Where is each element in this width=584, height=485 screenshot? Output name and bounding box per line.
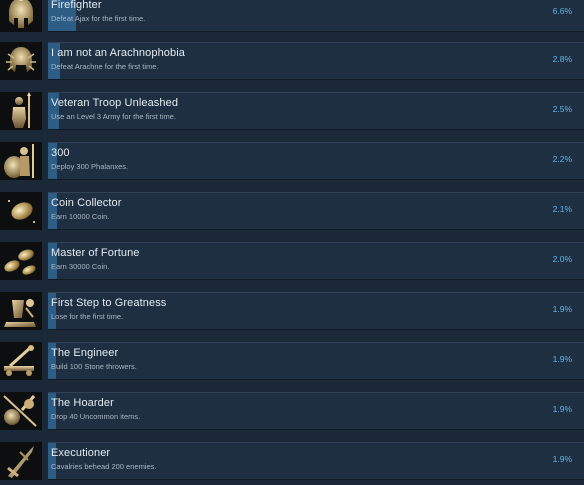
- coins-icon: [0, 242, 42, 280]
- achievement-description: Build 100 Stone throwers.: [51, 362, 137, 371]
- achievement-percent: 2.0%: [552, 254, 572, 264]
- achievement-title: First Step to Greatness: [51, 297, 167, 309]
- achievement-description: Drop 40 Uncommon items.: [51, 412, 141, 421]
- achievement-title: I am not an Arachnophobia: [51, 47, 185, 59]
- achievement-percent: 1.9%: [552, 404, 572, 414]
- achievement-percent: 2.2%: [552, 154, 572, 164]
- achievement-row: The Hoarder Drop 40 Uncommon items. 1.9%: [0, 392, 584, 442]
- achievement-row: I am not an Arachnophobia Defeat Arachne …: [0, 42, 584, 92]
- achievement-percent: 2.8%: [552, 54, 572, 64]
- helmet-icon: [0, 0, 42, 32]
- achievement-title: Executioner: [51, 447, 111, 459]
- achievement-description: Defeat Ajax for the first time.: [51, 14, 146, 23]
- coin-icon: [0, 192, 42, 230]
- phalanx-shield-icon: [0, 142, 42, 180]
- achievement-progress-bar: Coin Collector Earn 10000 Coin. 2.1%: [48, 192, 584, 230]
- achievement-progress-bar: First Step to Greatness Lose for the firs…: [48, 292, 584, 330]
- achievement-progress-bar: Master of Fortune Earn 30000 Coin. 2.0%: [48, 242, 584, 280]
- achievement-list: Firefighter Defeat Ajax for the first tim…: [0, 0, 584, 485]
- achievement-description: Lose for the first time.: [51, 312, 124, 321]
- achievement-title: Coin Collector: [51, 197, 122, 209]
- soldier-icon: [0, 92, 42, 130]
- spider-helmet-icon: [0, 42, 42, 80]
- achievement-progress-bar: Firefighter Defeat Ajax for the first tim…: [48, 0, 584, 32]
- achievement-title: Veteran Troop Unleashed: [51, 97, 179, 109]
- achievement-title: Master of Fortune: [51, 247, 140, 259]
- achievement-description: Defeat Arachne for the first time.: [51, 62, 159, 71]
- achievement-percent: 6.6%: [552, 6, 572, 16]
- achievement-progress-bar: The Engineer Build 100 Stone throwers. 1.9…: [48, 342, 584, 380]
- achievement-row: First Step to Greatness Lose for the firs…: [0, 292, 584, 342]
- achievement-progress-bar: I am not an Arachnophobia Defeat Arachne …: [48, 42, 584, 80]
- weapons-icon: [0, 392, 42, 430]
- achievement-percent: 1.9%: [552, 304, 572, 314]
- sword-icon: [0, 442, 42, 480]
- achievement-row: Executioner Cavalries behead 200 enemies.…: [0, 442, 584, 485]
- achievement-title: The Engineer: [51, 347, 119, 359]
- achievement-row: Firefighter Defeat Ajax for the first tim…: [0, 0, 584, 44]
- achievement-percent: 1.9%: [552, 454, 572, 464]
- achievement-description: Cavalries behead 200 enemies.: [51, 462, 157, 471]
- achievement-row: Veteran Troop Unleashed Use an Level 3 Ar…: [0, 92, 584, 142]
- achievement-title: 300: [51, 147, 70, 159]
- achievement-description: Earn 10000 Coin.: [51, 212, 110, 221]
- achievement-description: Deploy 300 Phalanxes.: [51, 162, 129, 171]
- achievement-progress-bar: 300 Deploy 300 Phalanxes. 2.2%: [48, 142, 584, 180]
- catapult-icon: [0, 342, 42, 380]
- achievement-percent: 2.5%: [552, 104, 572, 114]
- achievement-row: 300 Deploy 300 Phalanxes. 2.2%: [0, 142, 584, 192]
- achievement-description: Earn 30000 Coin.: [51, 262, 110, 271]
- achievement-title: Firefighter: [51, 0, 102, 11]
- achievement-progress-bar: Executioner Cavalries behead 200 enemies.…: [48, 442, 584, 480]
- achievement-row: The Engineer Build 100 Stone throwers. 1.9…: [0, 342, 584, 392]
- achievement-row: Coin Collector Earn 10000 Coin. 2.1%: [0, 192, 584, 242]
- achievement-row: Master of Fortune Earn 30000 Coin. 2.0%: [0, 242, 584, 292]
- achievement-title: The Hoarder: [51, 397, 114, 409]
- achievement-percent: 2.1%: [552, 204, 572, 214]
- achievement-progress-bar: Veteran Troop Unleashed Use an Level 3 Ar…: [48, 92, 584, 130]
- achievement-percent: 1.9%: [552, 354, 572, 364]
- achievement-progress-bar: The Hoarder Drop 40 Uncommon items. 1.9%: [48, 392, 584, 430]
- achievement-description: Use an Level 3 Army for the first time.: [51, 112, 177, 121]
- fallen-warrior-icon: [0, 292, 42, 330]
